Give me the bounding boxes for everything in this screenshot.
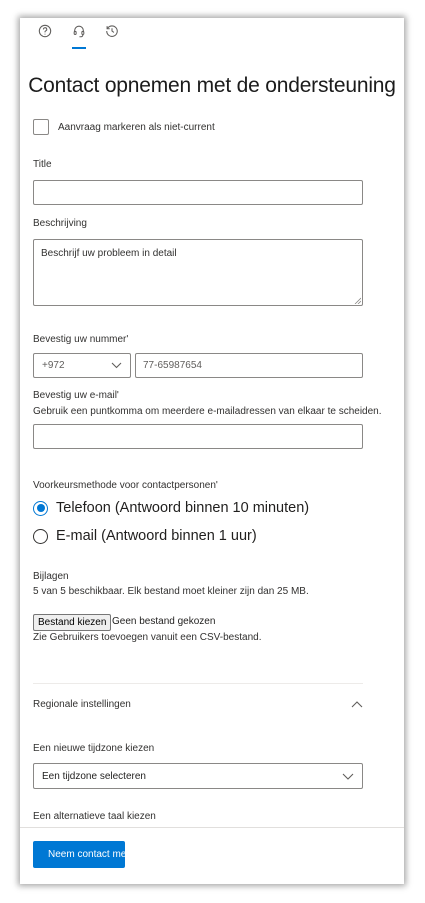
phone-radio[interactable] bbox=[33, 500, 48, 516]
chevron-down-icon bbox=[111, 362, 122, 369]
contact-method-email-option[interactable]: E-mail (Antwoord binnen 1 uur) bbox=[33, 528, 257, 544]
description-textarea[interactable]: Beschrijf uw probleem in detail bbox=[33, 239, 363, 306]
language-label: Een alternatieve taal kiezen bbox=[33, 811, 156, 822]
timezone-dropdown[interactable]: Een tijdzone selecteren bbox=[33, 763, 363, 789]
country-code-dropdown[interactable]: +972 bbox=[33, 353, 131, 378]
chevron-up-icon bbox=[351, 701, 363, 708]
tab-contact-support[interactable] bbox=[70, 22, 88, 40]
tab-bar bbox=[20, 18, 404, 52]
chevron-down-icon bbox=[342, 773, 354, 780]
resize-handle-icon[interactable] bbox=[354, 297, 361, 304]
contact-us-button[interactable]: Neem contact met ons op bbox=[33, 841, 125, 868]
phone-label: Bevestig uw nummer' bbox=[33, 334, 129, 345]
country-code-value: +972 bbox=[42, 360, 65, 371]
regional-settings-header[interactable]: Regionale instellingen bbox=[33, 699, 363, 710]
email-input[interactable] bbox=[33, 424, 363, 449]
support-panel: Contact opnemen met de ondersteuning Aan… bbox=[20, 18, 404, 884]
attachments-count: 5 bbox=[33, 586, 39, 597]
choose-file-button[interactable]: Bestand kiezen bbox=[33, 614, 112, 631]
tab-history[interactable] bbox=[103, 22, 121, 40]
title-input[interactable] bbox=[33, 180, 363, 205]
mark-request-label: Aanvraag markeren als niet-current bbox=[58, 121, 215, 133]
attachments-availability-text: van 5 beschikbaar. Elk bestand moet klei… bbox=[41, 586, 309, 597]
title-label: Title bbox=[33, 159, 52, 170]
page-title: Contact opnemen met de ondersteuning bbox=[28, 74, 396, 97]
email-option-label: E-mail (Antwoord binnen 1 uur) bbox=[56, 528, 257, 544]
email-label: Bevestig uw e-mail' bbox=[33, 390, 119, 401]
help-icon bbox=[38, 24, 52, 38]
phone-number-input[interactable]: 77-65987654 bbox=[135, 353, 363, 378]
attachments-label: Bijlagen bbox=[33, 571, 69, 582]
description-label: Beschrijving bbox=[33, 218, 87, 229]
phone-option-label: Telefoon (Antwoord binnen 10 minuten) bbox=[56, 500, 310, 516]
tab-help[interactable] bbox=[36, 22, 54, 40]
mark-request-checkbox-row[interactable]: Aanvraag markeren als niet-current bbox=[33, 119, 215, 135]
timezone-value: Een tijdzone selecteren bbox=[42, 770, 146, 782]
active-tab-indicator bbox=[72, 47, 86, 49]
mark-request-checkbox[interactable] bbox=[33, 119, 49, 135]
csv-note: Zie Gebruikers toevoegen vanuit een CSV-… bbox=[33, 632, 262, 643]
email-radio[interactable] bbox=[33, 528, 48, 544]
contact-method-phone-option[interactable]: Telefoon (Antwoord binnen 10 minuten) bbox=[33, 500, 309, 516]
contact-method-label: Voorkeursmethode voor contactpersonen' bbox=[33, 480, 218, 491]
regional-settings-heading: Regionale instellingen bbox=[33, 699, 131, 710]
file-status: Geen bestand gekozen bbox=[112, 616, 216, 627]
description-placeholder: Beschrijf uw probleem in detail bbox=[41, 248, 177, 259]
email-hint: Gebruik een puntkomma om meerdere e-mail… bbox=[33, 406, 382, 417]
section-divider bbox=[33, 683, 363, 684]
headset-icon bbox=[73, 25, 85, 38]
footer: Neem contact met ons op bbox=[20, 827, 404, 884]
history-icon bbox=[106, 25, 118, 37]
timezone-label: Een nieuwe tijdzone kiezen bbox=[33, 743, 155, 754]
attachments-availability: 5 van 5 beschikbaar. Elk bestand moet kl… bbox=[33, 586, 309, 597]
